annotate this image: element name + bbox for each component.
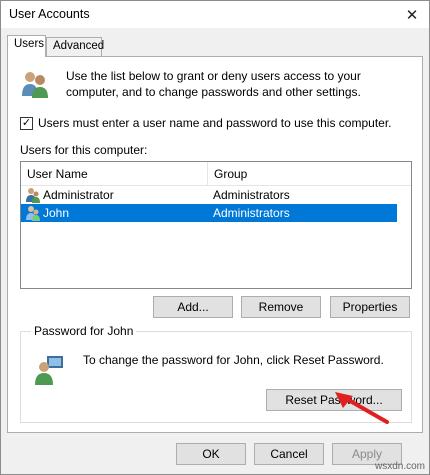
user-icon xyxy=(26,188,40,203)
title-bar: User Accounts ✕ xyxy=(1,1,429,28)
table-row[interactable]: Administrator Administrators xyxy=(21,186,397,204)
password-instruction-text: To change the password for John, click R… xyxy=(83,353,384,367)
users-tab-panel: Use the list below to grant or deny user… xyxy=(7,56,423,433)
user-password-icon xyxy=(35,356,63,385)
column-user-name[interactable]: User Name xyxy=(21,162,207,186)
list-header: User Name Group xyxy=(21,162,411,186)
row-user-name: John xyxy=(43,206,70,220)
add-user-button[interactable]: Add... xyxy=(153,296,233,318)
users-list[interactable]: User Name Group Administrator Administra… xyxy=(20,161,412,289)
users-group-icon xyxy=(22,72,48,98)
password-groupbox: Password for John To change the password… xyxy=(20,324,412,423)
checkmark-icon: ✓ xyxy=(21,116,32,129)
row-group: Administrators xyxy=(213,206,290,220)
row-group: Administrators xyxy=(213,188,290,202)
tab-advanced[interactable]: Advanced xyxy=(46,37,104,56)
watermark: wsxdn.com xyxy=(374,461,425,472)
close-icon: ✕ xyxy=(405,6,419,24)
require-login-label: Users must enter a user name and passwor… xyxy=(38,116,392,130)
intro-text: Use the list below to grant or deny user… xyxy=(66,69,361,99)
reset-password-button[interactable]: Reset Password... xyxy=(266,389,402,411)
window-title: User Accounts xyxy=(9,7,90,21)
column-group[interactable]: Group xyxy=(208,162,411,186)
close-button[interactable]: ✕ xyxy=(395,1,429,28)
row-user-name: Administrator xyxy=(43,188,114,202)
require-login-row: ✓ Users must enter a user name and passw… xyxy=(20,116,392,130)
require-login-checkbox[interactable]: ✓ xyxy=(20,116,33,130)
properties-button[interactable]: Properties xyxy=(330,296,410,318)
users-list-label: Users for this computer: xyxy=(20,143,148,157)
table-row-selected[interactable]: John Administrators xyxy=(21,204,397,222)
ok-button[interactable]: OK xyxy=(176,443,246,465)
password-group-title: Password for John xyxy=(31,324,137,338)
remove-user-button[interactable]: Remove xyxy=(241,296,321,318)
tab-users[interactable]: Users xyxy=(7,35,46,57)
cancel-button[interactable]: Cancel xyxy=(254,443,324,465)
user-accounts-window: User Accounts ✕ Users Advanced Use the l… xyxy=(0,0,430,475)
user-icon xyxy=(26,206,40,221)
